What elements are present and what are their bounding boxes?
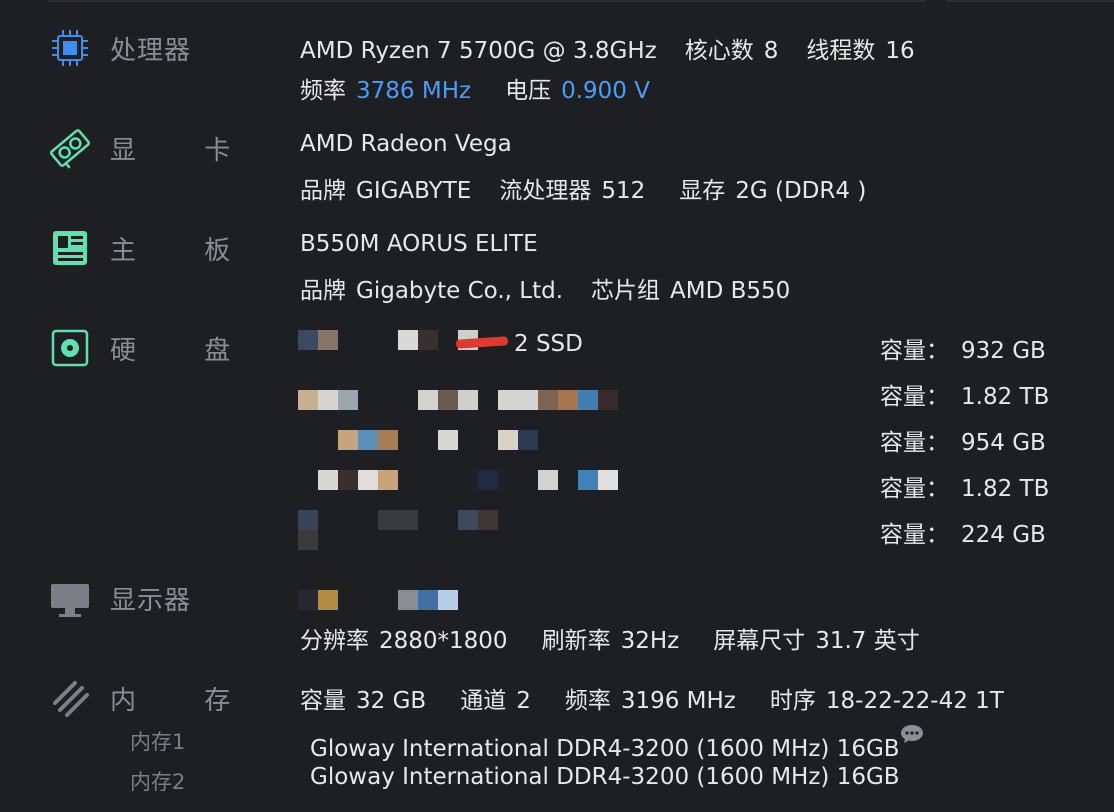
memory-module-2-value: Gloway International DDR4-3200 (1600 MHz…: [310, 764, 900, 790]
graphics-card-icon: [48, 126, 92, 170]
motherboard-line-2: 品牌 Gigabyte Co., Ltd. 芯片组 AMD B550: [300, 271, 790, 305]
monitor-size-value: 31.7 英寸: [815, 628, 920, 654]
memory-timing-label: 时序: [769, 688, 816, 714]
top-divider: [48, 0, 926, 2]
motherboard-brand-label: 品牌: [300, 278, 346, 304]
memory-timing-value: 18-22-22-42 1T: [825, 688, 1004, 714]
gpu-brand-label: 品牌: [300, 178, 346, 204]
memory-capacity-label: 容量: [300, 688, 346, 714]
capacity-label: 容量：: [880, 338, 949, 364]
gpu-brand-value: GIGABYTE: [356, 178, 472, 204]
memory-capacity-value: 32 GB: [356, 688, 427, 714]
cpu-cores-label: 核心数: [684, 38, 754, 64]
monitor-refresh-value: 32Hz: [620, 628, 680, 654]
cpu-label: 处理器: [110, 36, 192, 66]
disk-1-capacity: 容量： 932 GB: [880, 331, 1046, 365]
gpu-stream-label: 流处理器: [499, 178, 592, 204]
disk-5-capacity: 容量： 224 GB: [880, 515, 1046, 549]
cpu-cores-value: 8: [763, 38, 779, 64]
memory-module-1-label: 内存1: [130, 730, 186, 754]
capacity-label: 容量：: [880, 384, 949, 410]
cpu-freq-value: 3786 MHz: [356, 78, 472, 104]
comment-bubble-icon[interactable]: [900, 724, 924, 744]
monitor-line-2: 分辨率 2880*1800 刷新率 32Hz 屏幕尺寸 31.7 英寸: [300, 621, 920, 655]
gpu-label: 显 卡: [110, 136, 261, 166]
disk-icon: [48, 326, 92, 370]
memory-summary: 容量 32 GB 通道 2 频率 3196 MHz 时序 18-22-22-42 1T: [300, 681, 1004, 715]
gpu-stream-value: 512: [601, 178, 646, 204]
capacity-value: 932 GB: [961, 338, 1046, 364]
monitor-resolution-value: 2880*1800: [379, 628, 508, 654]
capacity-label: 容量：: [880, 522, 949, 548]
motherboard-chipset-value: AMD B550: [670, 278, 791, 304]
cpu-voltage-label: 电压: [505, 78, 552, 104]
monitor-refresh-label: 刷新率: [541, 628, 611, 654]
monitor-icon: [48, 578, 92, 622]
capacity-value: 1.82 TB: [961, 384, 1050, 410]
memory-freq-value: 3196 MHz: [620, 688, 736, 714]
memory-module-1: Gloway International DDR4-3200 (1600 MHz…: [310, 724, 924, 762]
memory-module-1-value: Gloway International DDR4-3200 (1600 MHz…: [310, 736, 900, 762]
cpu-threads-value: 16: [885, 38, 915, 64]
capacity-value: 224 GB: [961, 522, 1046, 548]
gpu-vram-value: 2G (DDR4 ): [735, 178, 867, 204]
cpu-icon: [48, 26, 92, 70]
memory-label: 内 存: [110, 686, 261, 716]
monitor-label: 显示器: [110, 586, 192, 616]
motherboard-icon: [48, 226, 92, 270]
capacity-label: 容量：: [880, 476, 949, 502]
gpu-vram-label: 显存: [679, 178, 726, 204]
memory-icon: [48, 676, 92, 720]
capacity-value: 1.82 TB: [961, 476, 1050, 502]
memory-freq-label: 频率: [564, 688, 611, 714]
hardware-info-panel: 处理器 AMD Ryzen 7 5700G @ 3.8GHz 核心数 8 线程数 16 …: [0, 0, 1114, 812]
disk-4-capacity: 容量： 1.82 TB: [880, 469, 1049, 503]
memory-module-2-label: 内存2: [130, 770, 186, 794]
gpu-line-2: 品牌 GIGABYTE 流处理器 512 显存 2G (DDR4 ): [300, 171, 866, 205]
cpu-voltage-value: 0.900 V: [561, 78, 650, 104]
cpu-name: AMD Ryzen 7 5700G @ 3.8GHz: [300, 38, 657, 64]
motherboard-chipset-label: 芯片组: [591, 278, 660, 304]
top-divider-right: [946, 0, 1114, 2]
cpu-threads-label: 线程数: [806, 38, 876, 64]
motherboard-brand-value: Gigabyte Co., Ltd.: [356, 278, 563, 304]
cpu-line-2: 频率 3786 MHz 电压 0.900 V: [300, 71, 650, 105]
cpu-line-1: AMD Ryzen 7 5700G @ 3.8GHz 核心数 8 线程数 16: [300, 31, 915, 65]
cpu-freq-label: 频率: [300, 78, 346, 104]
disk-label: 硬 盘: [110, 336, 261, 366]
motherboard-label: 主 板: [110, 236, 261, 266]
disk-3-capacity: 容量： 954 GB: [880, 423, 1046, 457]
disk-2-capacity: 容量： 1.82 TB: [880, 377, 1049, 411]
capacity-value: 954 GB: [961, 430, 1046, 456]
motherboard-name: B550M AORUS ELITE: [300, 231, 538, 257]
memory-channel-value: 2: [516, 688, 531, 714]
capacity-label: 容量：: [880, 430, 949, 456]
monitor-size-label: 屏幕尺寸: [713, 628, 806, 654]
monitor-resolution-label: 分辨率: [300, 628, 369, 654]
gpu-name: AMD Radeon Vega: [300, 131, 512, 157]
disk-1-suffix: 2 SSD: [514, 331, 583, 357]
memory-channel-label: 通道: [460, 688, 507, 714]
